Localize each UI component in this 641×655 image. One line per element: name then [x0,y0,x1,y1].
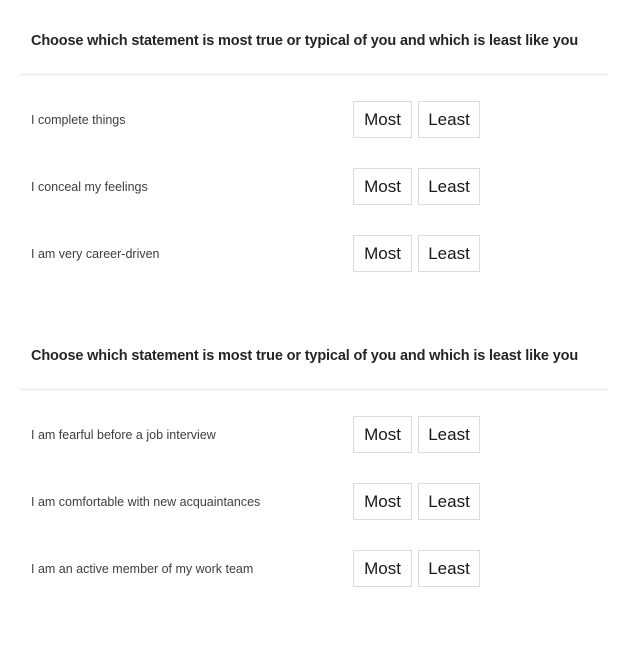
choice-group: Most Least [353,416,480,454]
choice-group: Most Least [353,550,480,588]
question-heading: Choose which statement is most true or t… [31,348,579,365]
most-button[interactable]: Most [353,168,412,206]
choice-group: Most Least [353,101,480,139]
least-button[interactable]: Least [418,550,480,588]
least-button[interactable]: Least [418,416,480,454]
statement-row: I complete things Most Least [0,101,641,139]
statement-label: I am fearful before a job interview [31,427,216,442]
statement-label: I am comfortable with new acquaintances [31,494,261,509]
choice-group: Most Least [353,483,480,521]
least-button[interactable]: Least [418,168,480,206]
most-button[interactable]: Most [353,416,412,454]
statement-label: I am an active member of my work team [31,561,254,576]
statement-list: I am fearful before a job interview Most… [0,391,641,588]
statement-row: I am fearful before a job interview Most… [0,416,641,454]
most-button[interactable]: Most [353,550,412,588]
least-button[interactable]: Least [418,235,480,273]
statement-row: I conceal my feelings Most Least [0,168,641,206]
choice-group: Most Least [353,168,480,206]
question-block-2: Choose which statement is most true or t… [0,315,641,617]
most-button[interactable]: Most [353,235,412,273]
statement-label: I conceal my feelings [31,179,148,194]
choice-group: Most Least [353,235,480,273]
statement-row: I am very career-driven Most Least [0,235,641,273]
most-button[interactable]: Most [353,101,412,139]
question-heading: Choose which statement is most true or t… [31,33,579,50]
statement-row: I am an active member of my work team Mo… [0,550,641,588]
least-button[interactable]: Least [418,101,480,139]
question-block-1: Choose which statement is most true or t… [0,0,641,302]
statement-list: I complete things Most Least I conceal m… [0,76,641,273]
least-button[interactable]: Least [418,483,480,521]
statement-label: I am very career-driven [31,246,160,261]
statement-label: I complete things [31,112,126,127]
statement-row: I am comfortable with new acquaintances … [0,483,641,521]
most-button[interactable]: Most [353,483,412,521]
